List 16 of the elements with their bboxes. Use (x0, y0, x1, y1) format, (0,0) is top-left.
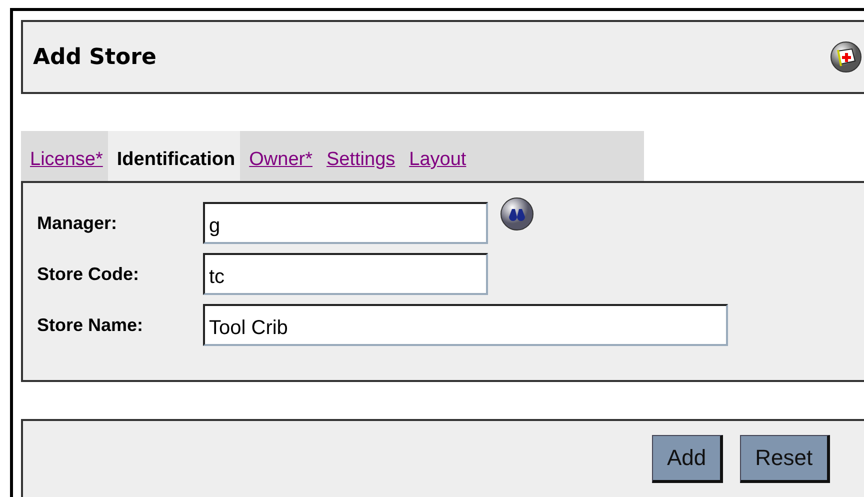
page-title: Add Store (33, 44, 156, 70)
tab[interactable]: Settings (317, 131, 400, 181)
input-field[interactable]: tc (203, 253, 488, 295)
input-field[interactable]: Tool Crib (203, 304, 728, 346)
input-field[interactable]: g (203, 202, 488, 244)
field-label: Store Name: (37, 314, 144, 336)
add-button[interactable]: Add (652, 435, 724, 483)
tab[interactable]: Layout (400, 131, 472, 181)
field-label: Manager: (37, 212, 118, 234)
tab[interactable]: Identification (108, 131, 240, 181)
binoculars-icon[interactable] (500, 197, 534, 231)
flag-icon[interactable] (830, 41, 862, 73)
field-label: Store Code: (37, 264, 140, 284)
reset-button[interactable]: Reset (740, 435, 830, 483)
tab[interactable]: License* (21, 131, 108, 181)
tab[interactable]: Owner* (240, 131, 318, 181)
